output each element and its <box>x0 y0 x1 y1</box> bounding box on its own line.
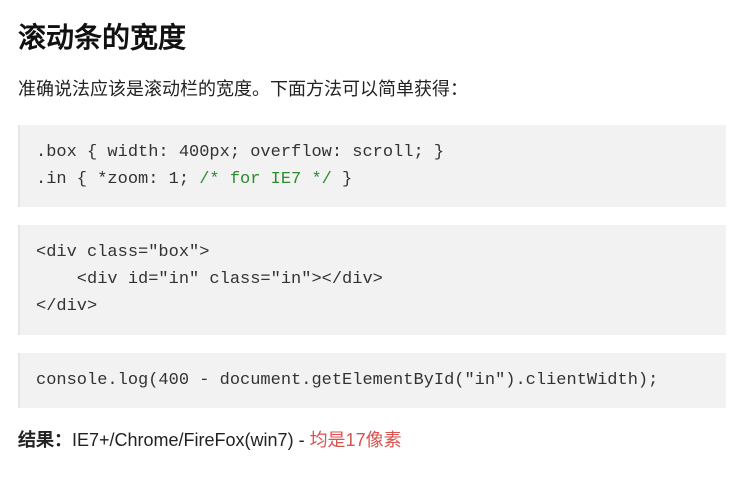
result-highlight: 均是17像素 <box>310 430 402 450</box>
result-label: 结果： <box>18 430 72 450</box>
code-block-html: <div class="box"> <div id="in" class="in… <box>18 225 726 335</box>
code-block-css: .box { width: 400px; overflow: scroll; }… <box>18 125 726 207</box>
result-text: IE7+/Chrome/FireFox(win7) - <box>72 430 310 450</box>
code-line: } <box>332 170 352 189</box>
code-comment: /* for IE7 */ <box>199 170 332 189</box>
heading-scrollbar-width: 滚动条的宽度 <box>18 16 726 56</box>
code-block-js: console.log(400 - document.getElementByI… <box>18 353 726 408</box>
code-line: .box { width: 400px; overflow: scroll; } <box>36 143 444 162</box>
code-content: console.log(400 - document.getElementByI… <box>36 371 658 390</box>
result-paragraph: 结果：IE7+/Chrome/FireFox(win7) - 均是17像素 <box>18 426 726 452</box>
code-content: <div class="box"> <div id="in" class="in… <box>36 243 383 316</box>
code-line: .in { *zoom: 1; <box>36 170 199 189</box>
intro-paragraph: 准确说法应该是滚动栏的宽度。下面方法可以简单获得： <box>18 74 726 105</box>
